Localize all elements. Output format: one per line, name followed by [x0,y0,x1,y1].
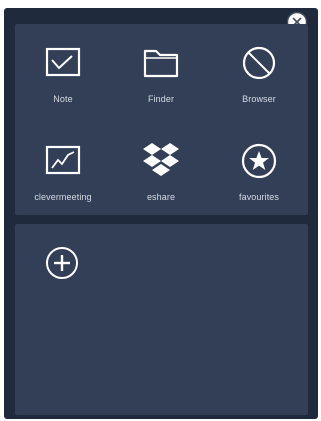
app-label: favourites [238,192,280,202]
dropbox-icon [140,140,182,182]
app-favourites[interactable]: favourites [214,140,304,210]
app-label: Finder [147,94,175,104]
app-browser[interactable]: Browser [214,42,304,112]
app-label: eshare [146,192,176,202]
app-grid: Note Finder Browser clevermeeting eshare… [15,24,308,215]
note-icon [42,42,84,84]
add-button[interactable] [45,246,79,280]
app-label: clevermeeting [34,192,92,202]
app-note[interactable]: Note [18,42,108,112]
add-icon [46,247,78,279]
browser-icon [238,42,280,84]
chart-icon [42,140,84,182]
star-icon [238,140,280,182]
app-finder[interactable]: Finder [116,42,206,112]
app-clevermeeting[interactable]: clevermeeting [18,140,108,210]
folder-icon [140,42,182,84]
app-eshare[interactable]: eshare [116,140,206,210]
app-label: Browser [242,94,276,104]
app-label: Note [53,94,73,104]
